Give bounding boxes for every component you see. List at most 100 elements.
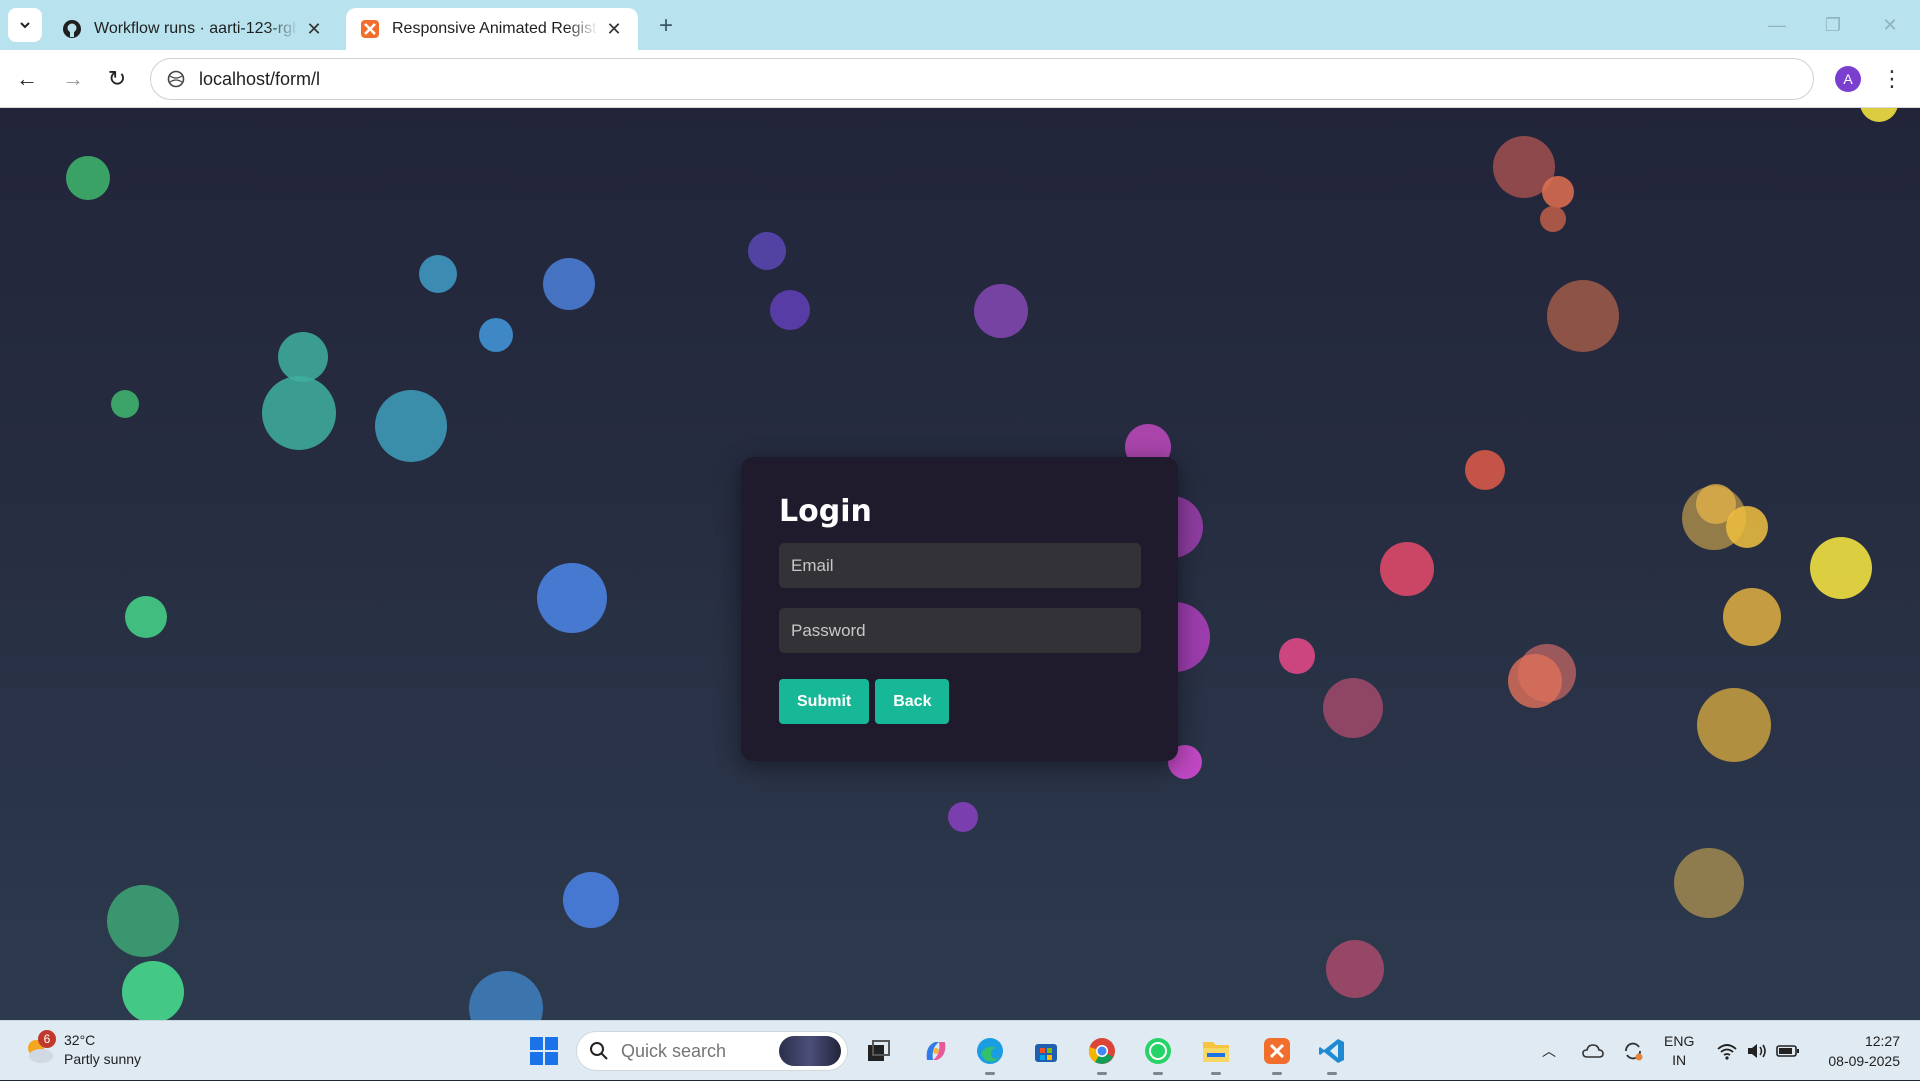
- tab-workflow-runs[interactable]: Workflow runs · aarti-123-rgb/a ✕: [48, 8, 338, 50]
- decorative-bubble: [948, 802, 978, 832]
- restore-icon[interactable]: ❐: [1813, 10, 1853, 40]
- store-icon[interactable]: [1028, 1033, 1064, 1069]
- running-indicator: [1211, 1072, 1221, 1075]
- running-indicator: [1153, 1072, 1163, 1075]
- sync-icon[interactable]: [1622, 1021, 1644, 1081]
- whatsapp-icon[interactable]: [1140, 1033, 1176, 1075]
- running-indicator: [985, 1072, 995, 1075]
- close-icon[interactable]: ✕: [304, 19, 324, 39]
- decorative-bubble: [262, 376, 336, 450]
- wifi-icon[interactable]: [1716, 1021, 1738, 1081]
- search-input[interactable]: [619, 1039, 773, 1063]
- decorative-bubble: [748, 232, 786, 270]
- submit-button[interactable]: Submit: [779, 679, 870, 724]
- battery-icon[interactable]: [1776, 1021, 1800, 1081]
- decorative-bubble: [1323, 678, 1383, 738]
- vscode-icon[interactable]: [1314, 1033, 1350, 1075]
- decorative-bubble: [1326, 940, 1384, 998]
- decorative-bubble: [1279, 638, 1315, 674]
- decorative-bubble: [479, 318, 513, 352]
- decorative-bubble: [375, 390, 447, 462]
- decorative-bubble: [278, 332, 328, 382]
- region-code: IN: [1672, 1052, 1687, 1068]
- tab-responsive-register[interactable]: Responsive Animated Register F ✕: [346, 8, 638, 50]
- decorative-bubble: [1726, 506, 1768, 548]
- show-hidden-icons[interactable]: ︿: [1542, 1021, 1556, 1081]
- running-indicator: [1327, 1072, 1337, 1075]
- decorative-bubble: [1723, 588, 1781, 646]
- edge-icon[interactable]: [972, 1033, 1008, 1075]
- back-arrow-icon[interactable]: ←: [10, 62, 44, 96]
- decorative-bubble: [1697, 688, 1771, 762]
- windows-start-icon[interactable]: [528, 1035, 560, 1067]
- decorative-bubble: [543, 258, 595, 310]
- decorative-bubble: [537, 563, 607, 633]
- decorative-bubble: [1508, 654, 1562, 708]
- new-tab-button[interactable]: +: [652, 12, 680, 40]
- xampp-icon: [360, 19, 380, 39]
- weather-widget[interactable]: 6 32°C Partly sunny: [22, 1030, 142, 1069]
- system-clock[interactable]: 12:27 08-09-2025: [1810, 1031, 1900, 1071]
- minimize-icon[interactable]: —: [1757, 10, 1797, 40]
- browser-toolbar: ← → ↻ A ⋮: [0, 50, 1920, 108]
- url-input[interactable]: [197, 67, 1701, 91]
- decorative-bubble: [1547, 280, 1619, 352]
- chrome-icon[interactable]: [1084, 1033, 1120, 1075]
- onedrive-icon[interactable]: [1582, 1021, 1604, 1081]
- clock-date: 08-09-2025: [1828, 1053, 1900, 1069]
- close-icon[interactable]: ✕: [604, 19, 624, 39]
- task-view-icon[interactable]: [860, 1033, 896, 1069]
- running-indicator: [1272, 1072, 1282, 1075]
- forward-arrow-icon[interactable]: →: [56, 62, 90, 96]
- folder-icon[interactable]: [1198, 1033, 1234, 1075]
- decorative-bubble: [563, 872, 619, 928]
- reload-icon[interactable]: ↻: [100, 62, 134, 96]
- decorative-bubble: [1465, 450, 1505, 490]
- weather-condition: Partly sunny: [64, 1051, 142, 1067]
- language-indicator[interactable]: ENG IN: [1664, 1021, 1694, 1081]
- site-info-icon[interactable]: [165, 68, 187, 90]
- more-menu-icon[interactable]: ⋮: [1880, 64, 1904, 94]
- form-actions: Submit Back: [779, 679, 1140, 724]
- email-field[interactable]: [779, 543, 1141, 588]
- decorative-bubble: [1674, 848, 1744, 918]
- decorative-bubble: [107, 885, 179, 957]
- decorative-bubble: [419, 255, 457, 293]
- chevron-down-icon: [20, 22, 30, 29]
- running-indicator: [1097, 1072, 1107, 1075]
- temperature: 32°C: [64, 1032, 96, 1048]
- clock-time: 12:27: [1864, 1033, 1900, 1049]
- weather-badge: 6: [38, 1030, 56, 1048]
- close-window-icon[interactable]: ✕: [1870, 10, 1910, 40]
- decorative-bubble: [1542, 176, 1574, 208]
- back-button[interactable]: Back: [875, 679, 950, 724]
- language-code: ENG: [1664, 1033, 1695, 1049]
- decorative-bubble: [469, 971, 543, 1020]
- login-title: Login: [779, 494, 872, 529]
- address-bar[interactable]: [150, 58, 1814, 100]
- decorative-bubble: [770, 290, 810, 330]
- decorative-bubble: [1860, 108, 1898, 122]
- copilot-icon[interactable]: [918, 1033, 954, 1069]
- decorative-bubble: [122, 961, 184, 1020]
- tab-title: Workflow runs · aarti-123-rgb/a: [94, 20, 298, 37]
- tab-search-button[interactable]: [8, 8, 42, 42]
- github-icon: [62, 19, 82, 39]
- password-field[interactable]: [779, 608, 1141, 653]
- tab-title: Responsive Animated Register F: [392, 20, 598, 37]
- profile-avatar[interactable]: A: [1835, 66, 1861, 92]
- xampp-icon[interactable]: [1259, 1033, 1295, 1075]
- volume-icon[interactable]: [1746, 1021, 1768, 1081]
- weather-icon: 6: [22, 1030, 58, 1068]
- decorative-bubble: [1380, 542, 1434, 596]
- search-icon: [590, 1042, 608, 1060]
- decorative-bubble: [66, 156, 110, 200]
- taskbar: 6 32°C Partly sunny Quick search ︿ ENG I…: [0, 1020, 1920, 1080]
- decorative-bubble: [111, 390, 139, 418]
- search-highlight-image: [779, 1036, 841, 1066]
- decorative-bubble: [1540, 206, 1566, 232]
- decorative-bubble: [1810, 537, 1872, 599]
- taskbar-search[interactable]: [576, 1031, 848, 1071]
- decorative-bubble: [125, 596, 167, 638]
- login-form: Login Submit Back: [741, 457, 1178, 761]
